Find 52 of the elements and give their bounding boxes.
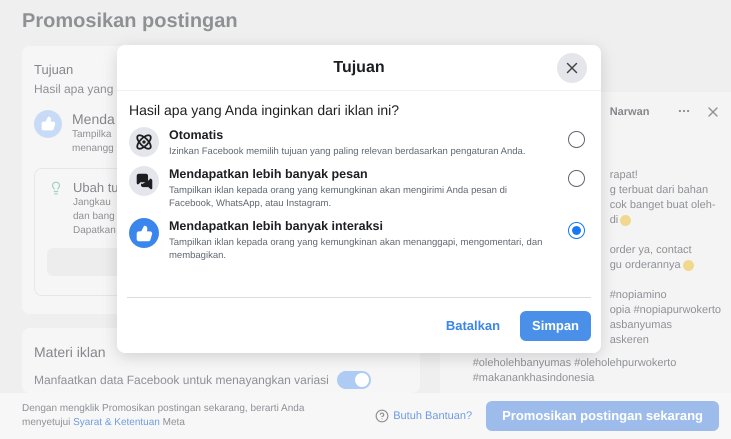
author-name: Narwan: [610, 104, 650, 120]
card-subtitle: Hasil apa yang: [34, 80, 114, 98]
lightbulb-icon: [49, 180, 63, 194]
post-text: #oleholehbanyumas #oleholehpurwokerto: [472, 356, 676, 371]
objective-option[interactable]: Otomatis Izinkan Facebook memilih tujuan yang paling relevan berdasarkan pengaturan Anda.: [129, 127, 589, 158]
objective-description: Tampilka: [72, 128, 112, 142]
objective-option[interactable]: Mendapatkan lebih banyak pesan Tampilkan iklan kepada orang yang kemungkinan akan mengirimi Anda pesan di Facebook, WhatsApp, atau Instagram.: [129, 166, 589, 210]
objective-title: Menda: [72, 110, 115, 128]
dialog-title: Tujuan: [333, 58, 385, 78]
tip-text: dan bang: [73, 210, 115, 224]
thumbs-up-icon: [34, 110, 62, 138]
post-text: g terbuat dari bahan: [610, 183, 708, 198]
post-text: asbanyumas: [610, 318, 672, 333]
card-description: Manfaatkan data Facebook untuk menayangkan variasi: [34, 372, 329, 389]
option-title: Mendapatkan lebih banyak interaksi: [169, 218, 384, 234]
objective-option[interactable]: Mendapatkan lebih banyak interaksi Tampilkan iklan kepada orang yang kemungkinan akan menanggapi, mengomentari, dan membagikan.: [129, 218, 589, 262]
post-text: askeren: [610, 333, 649, 348]
post-text: #nopiamino: [610, 288, 667, 303]
card-title: Tujuan: [34, 61, 74, 79]
post-text: di: [610, 213, 618, 228]
post-text: order ya, contact: [610, 243, 692, 258]
radio-button[interactable]: [568, 222, 585, 239]
toggle-switch[interactable]: [336, 371, 371, 389]
post-text: #makanankhasindonesia: [472, 371, 594, 386]
atom-icon: [129, 127, 159, 157]
cancel-button[interactable]: Batalkan: [440, 310, 506, 340]
help-icon: [375, 409, 390, 423]
page-title: Promosikan postingan: [22, 9, 238, 34]
consent-text: Dengan mengklik Promosikan postingan sekarang, berarti Anda menyetujui Syarat & Ketentuan Meta: [22, 402, 306, 430]
card-title: Materi iklan: [34, 343, 106, 362]
option-title: Otomatis: [169, 127, 224, 143]
dialog-question: Hasil apa yang Anda inginkan dari iklan ini?: [129, 101, 400, 119]
option-title: Mendapatkan lebih banyak pesan: [169, 166, 369, 182]
thumbs-up-icon: [129, 218, 159, 248]
terms-link[interactable]: Syarat & Ketentuan: [73, 417, 160, 428]
promote-button[interactable]: Promosikan postingan sekarang: [486, 401, 719, 431]
option-description: Tampilkan iklan kepada orang yang kemungkinan akan menanggapi, mengomentari, dan membagikan.: [169, 236, 544, 262]
radio-button[interactable]: [568, 131, 585, 148]
option-description: Izinkan Facebook memilih tujuan yang paling relevan berdasarkan pengaturan Anda.: [169, 145, 526, 158]
close-button[interactable]: [557, 53, 587, 83]
objective-description: menangg: [72, 142, 114, 156]
post-text: gu orderannya: [610, 258, 681, 273]
tip-text: Dapatkan: [73, 224, 116, 238]
post-text: cok banget buat oleh-: [610, 198, 716, 213]
radio-button[interactable]: [568, 170, 585, 187]
save-button[interactable]: Simpan: [520, 310, 591, 340]
tip-text: Jangkau: [73, 196, 111, 210]
chat-bubbles-icon: [129, 166, 159, 196]
post-text: rapat!: [610, 168, 638, 183]
help-link[interactable]: Butuh Bantuan?: [393, 408, 472, 424]
post-text: opia #nopiapurwokerto: [610, 303, 721, 318]
option-description: Tampilkan iklan kepada orang yang kemungkinan akan mengirimi Anda pesan di Facebook, WhatsApp, atau Instagram.: [169, 184, 508, 210]
